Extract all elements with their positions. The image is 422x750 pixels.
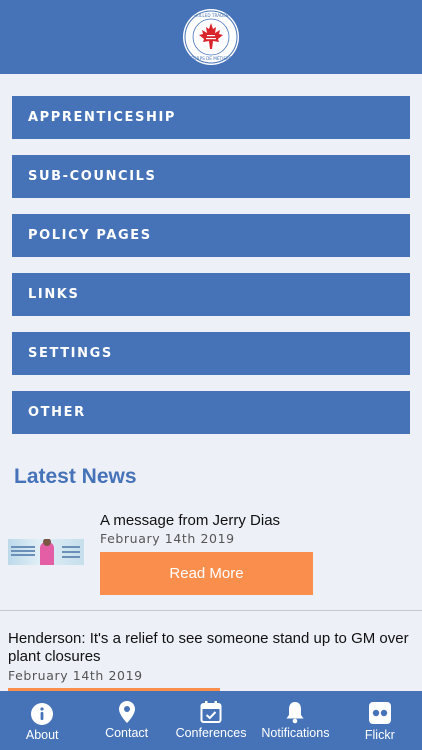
news-date: February 14th 2019 <box>100 531 235 546</box>
menu-apprenticeship-button[interactable]: APPRENTICESHIP <box>12 96 410 139</box>
main-menu: APPRENTICESHIP SUB-COUNCILS POLICY PAGES… <box>12 96 410 450</box>
tab-notifications[interactable]: Notifications <box>253 691 337 750</box>
menu-sub-councils-button[interactable]: SUB-COUNCILS <box>12 155 410 198</box>
maple-leaf-logo: SKILLED TRADES CORPS DE MÉTIERS <box>183 9 239 65</box>
app-header: SKILLED TRADES CORPS DE MÉTIERS <box>0 0 422 74</box>
bottom-tab-bar: About Contact Conferences Notifications <box>0 691 422 750</box>
read-more-button[interactable]: Read More <box>100 552 313 595</box>
menu-policy-pages-button[interactable]: POLICY PAGES <box>12 214 410 257</box>
tab-label: Conferences <box>175 726 247 740</box>
news-title[interactable]: Henderson: It's a relief to see someone … <box>8 630 418 666</box>
calendar-check-icon <box>200 701 222 723</box>
location-pin-icon <box>118 701 135 723</box>
svg-text:CORPS DE MÉTIERS: CORPS DE MÉTIERS <box>190 56 231 61</box>
svg-text:SKILLED TRADES: SKILLED TRADES <box>193 13 229 18</box>
info-icon <box>31 703 54 725</box>
latest-news-heading: Latest News <box>14 465 137 488</box>
flickr-icon <box>368 702 391 724</box>
menu-links-button[interactable]: LINKS <box>12 273 410 316</box>
bell-icon <box>286 702 304 724</box>
tab-contact[interactable]: Contact <box>84 691 168 750</box>
news-date: February 14th 2019 <box>8 668 143 683</box>
news-divider <box>0 610 422 611</box>
tab-label: About <box>25 728 59 742</box>
tab-about[interactable]: About <box>0 691 84 750</box>
tab-label: Flickr <box>364 728 395 742</box>
tab-label: Notifications <box>261 726 330 740</box>
tab-conferences[interactable]: Conferences <box>169 691 253 750</box>
news-item: A message from Jerry Dias February 14th … <box>0 504 422 610</box>
menu-settings-button[interactable]: SETTINGS <box>12 332 410 375</box>
tab-flickr[interactable]: Flickr <box>338 691 422 750</box>
menu-other-button[interactable]: OTHER <box>12 391 410 434</box>
news-thumbnail[interactable] <box>8 539 84 565</box>
tab-label: Contact <box>105 726 149 740</box>
news-title[interactable]: A message from Jerry Dias <box>100 512 280 529</box>
